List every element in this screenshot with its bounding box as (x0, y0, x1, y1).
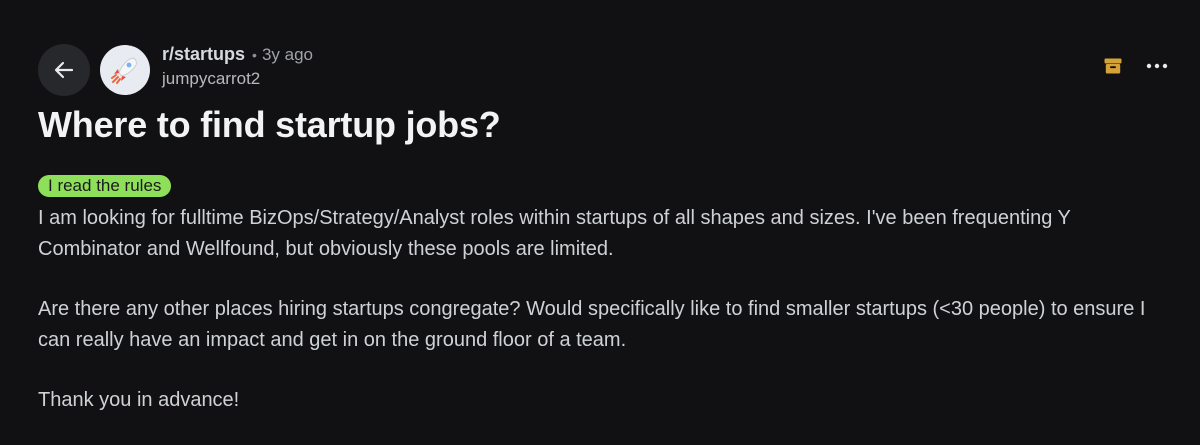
post-title: Where to find startup jobs? (38, 104, 501, 145)
post-body: I am looking for fulltime BizOps/Strateg… (38, 203, 1148, 445)
post-paragraph: Thank you in advance! (38, 389, 240, 411)
post-flair[interactable]: I read the rules (38, 175, 172, 197)
post-paragraph: I am looking for fulltime BizOps/Strateg… (38, 207, 1071, 260)
post-paragraph: Are there any other places hiring startu… (38, 298, 1146, 351)
subreddit-link[interactable]: r/startups (162, 42, 245, 66)
archive-button[interactable] (1104, 58, 1122, 74)
archive-icon (1104, 58, 1122, 74)
back-arrow-icon (54, 61, 74, 79)
more-options-button[interactable] (1146, 63, 1168, 69)
author-link[interactable]: jumpycarrot2 (162, 67, 313, 91)
post-actions (1104, 58, 1168, 74)
post-header: r/startups • 3y ago jumpycarrot2 (38, 40, 313, 100)
post-meta: r/startups • 3y ago jumpycarrot2 (162, 42, 313, 91)
back-button[interactable] (38, 44, 90, 96)
meta-separator: • (252, 46, 257, 63)
rocket-icon (111, 57, 137, 84)
post-time: 3y ago (261, 44, 313, 64)
more-options-icon (1146, 63, 1168, 69)
post-meta-row: r/startups • 3y ago (162, 42, 313, 67)
subreddit-avatar[interactable] (100, 45, 150, 95)
